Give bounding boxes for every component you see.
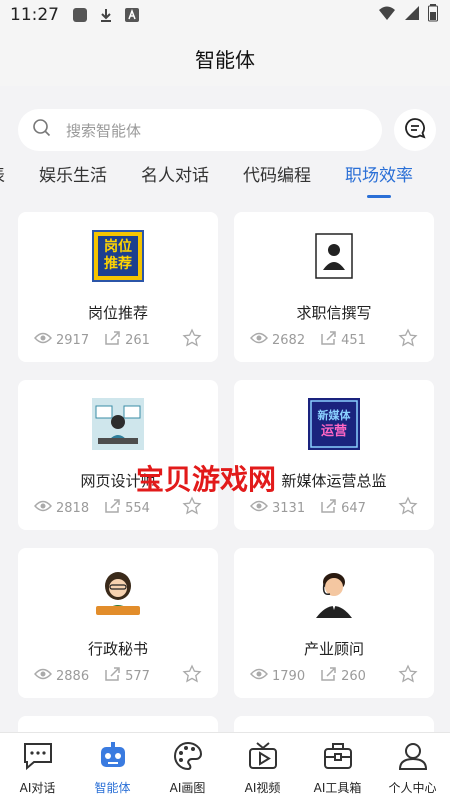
share-icon xyxy=(319,329,337,351)
web-designer-thumbnail xyxy=(92,398,144,450)
eye-icon xyxy=(250,332,268,348)
view-count: 1790 xyxy=(272,668,306,684)
search-row: 搜索智能体 xyxy=(18,108,436,152)
nav-agents[interactable]: 智能体 xyxy=(75,733,150,800)
agent-card-job-recommendation[interactable]: 岗位 推荐 岗位推荐 2917 261 xyxy=(18,212,218,362)
new-media-thumbnail: 新媒体 运营 xyxy=(308,398,360,450)
robot-icon xyxy=(97,741,129,775)
card-title: 行政秘书 xyxy=(87,640,148,658)
tab-celebrity-chat[interactable]: 名人对话 xyxy=(124,160,226,196)
nav-ai-drawing[interactable]: AI画图 xyxy=(150,733,225,800)
nav-profile[interactable]: 个人中心 xyxy=(375,733,450,800)
thumb-text-1: 新媒体 xyxy=(317,409,351,422)
bottom-nav: AI对话 智能体 AI画图 AI视频 AI工具箱 个人中心 xyxy=(0,732,450,800)
share-count: 647 xyxy=(341,500,366,516)
favorite-star-icon[interactable] xyxy=(398,328,418,352)
card-stats: 1790 260 xyxy=(250,664,418,688)
share-count: 451 xyxy=(341,332,366,348)
share-count: 260 xyxy=(341,668,366,684)
favorite-star-icon[interactable] xyxy=(398,496,418,520)
eye-icon xyxy=(34,332,52,348)
share-icon xyxy=(103,329,121,351)
eye-icon xyxy=(250,500,268,516)
wifi-icon xyxy=(378,5,396,25)
card-stats: 2682 451 xyxy=(250,328,418,352)
eye-icon xyxy=(34,500,52,516)
view-count: 2818 xyxy=(56,500,90,516)
tab-workplace-efficiency[interactable]: 职场效率 xyxy=(328,160,430,196)
chat-bubble-icon xyxy=(22,741,54,775)
toolbox-icon xyxy=(322,741,354,775)
favorite-star-icon[interactable] xyxy=(182,664,202,688)
job-recommendation-thumbnail: 岗位 推荐 xyxy=(92,230,144,282)
agent-card-web-designer[interactable]: 网页设计师 2818 554 xyxy=(18,380,218,530)
tab-chart-partial[interactable]: 表 xyxy=(0,160,22,196)
eye-icon xyxy=(250,668,268,684)
cover-letter-thumbnail xyxy=(308,230,360,282)
card-title: 岗位推荐 xyxy=(87,304,148,322)
card-stats: 3131 647 xyxy=(250,496,418,520)
status-time: 11:27 xyxy=(10,5,59,25)
card-stats: 2886 577 xyxy=(34,664,202,688)
view-count: 2917 xyxy=(56,332,90,348)
view-count: 3131 xyxy=(272,500,306,516)
chat-list-button[interactable] xyxy=(394,109,436,151)
nav-label: AI对话 xyxy=(19,781,56,795)
favorite-star-icon[interactable] xyxy=(182,328,202,352)
card-stats: 2818 554 xyxy=(34,496,202,520)
search-placeholder: 搜索智能体 xyxy=(66,121,142,140)
signal-icon xyxy=(404,5,420,25)
nav-label: AI视频 xyxy=(244,781,281,795)
share-count: 554 xyxy=(125,500,150,516)
category-tabs: 表 娱乐生活 名人对话 代码编程 职场效率 xyxy=(0,160,430,196)
battery-icon xyxy=(428,4,438,26)
watermark-text: 宝贝游戏网 xyxy=(136,463,277,496)
nav-label: 个人中心 xyxy=(388,781,437,795)
favorite-star-icon[interactable] xyxy=(398,664,418,688)
palette-icon xyxy=(172,741,204,775)
share-icon xyxy=(319,497,337,519)
download-icon xyxy=(97,6,115,24)
font-app-icon xyxy=(123,6,141,24)
nav-label: AI画图 xyxy=(169,781,206,795)
share-icon xyxy=(319,665,337,687)
agent-card-cover-letter[interactable]: 求职信撰写 2682 451 xyxy=(234,212,434,362)
eye-icon xyxy=(34,668,52,684)
search-icon xyxy=(32,118,52,142)
tab-coding[interactable]: 代码编程 xyxy=(226,160,328,196)
share-icon xyxy=(103,665,121,687)
app-notification-icon xyxy=(71,6,89,24)
nav-ai-chat[interactable]: AI对话 xyxy=(0,733,75,800)
view-count: 2682 xyxy=(272,332,306,348)
nav-ai-video[interactable]: AI视频 xyxy=(225,733,300,800)
person-icon xyxy=(397,741,429,775)
page-title: 智能体 xyxy=(195,47,255,72)
message-list-icon xyxy=(403,116,427,144)
favorite-star-icon[interactable] xyxy=(182,496,202,520)
search-input[interactable]: 搜索智能体 xyxy=(18,109,382,151)
agent-card-admin-secretary[interactable]: 行政秘书 2886 577 xyxy=(18,548,218,698)
share-count: 577 xyxy=(125,668,150,684)
page-header: 智能体 xyxy=(0,30,450,86)
view-count: 2886 xyxy=(56,668,90,684)
nav-label: AI工具箱 xyxy=(313,781,362,795)
status-bar: 11:27 xyxy=(0,0,450,30)
thumb-text-2: 推荐 xyxy=(104,256,132,272)
agent-card-industry-consultant[interactable]: 产业顾问 1790 260 xyxy=(234,548,434,698)
nav-ai-toolbox[interactable]: AI工具箱 xyxy=(300,733,375,800)
card-title: 求职信撰写 xyxy=(296,304,372,322)
agent-card-new-media-director[interactable]: 新媒体 运营 新媒体运营总监 3131 647 xyxy=(234,380,434,530)
card-stats: 2917 261 xyxy=(34,328,202,352)
card-title: 产业顾问 xyxy=(303,640,364,658)
tv-play-icon xyxy=(247,741,279,775)
thumb-text-1: 岗位 xyxy=(104,239,132,255)
tab-entertainment[interactable]: 娱乐生活 xyxy=(22,160,124,196)
nav-label: 智能体 xyxy=(94,781,131,795)
thumb-text-2: 运营 xyxy=(320,424,347,439)
share-icon xyxy=(103,497,121,519)
admin-secretary-thumbnail xyxy=(92,566,144,618)
industry-consultant-thumbnail xyxy=(308,566,360,618)
share-count: 261 xyxy=(125,332,150,348)
